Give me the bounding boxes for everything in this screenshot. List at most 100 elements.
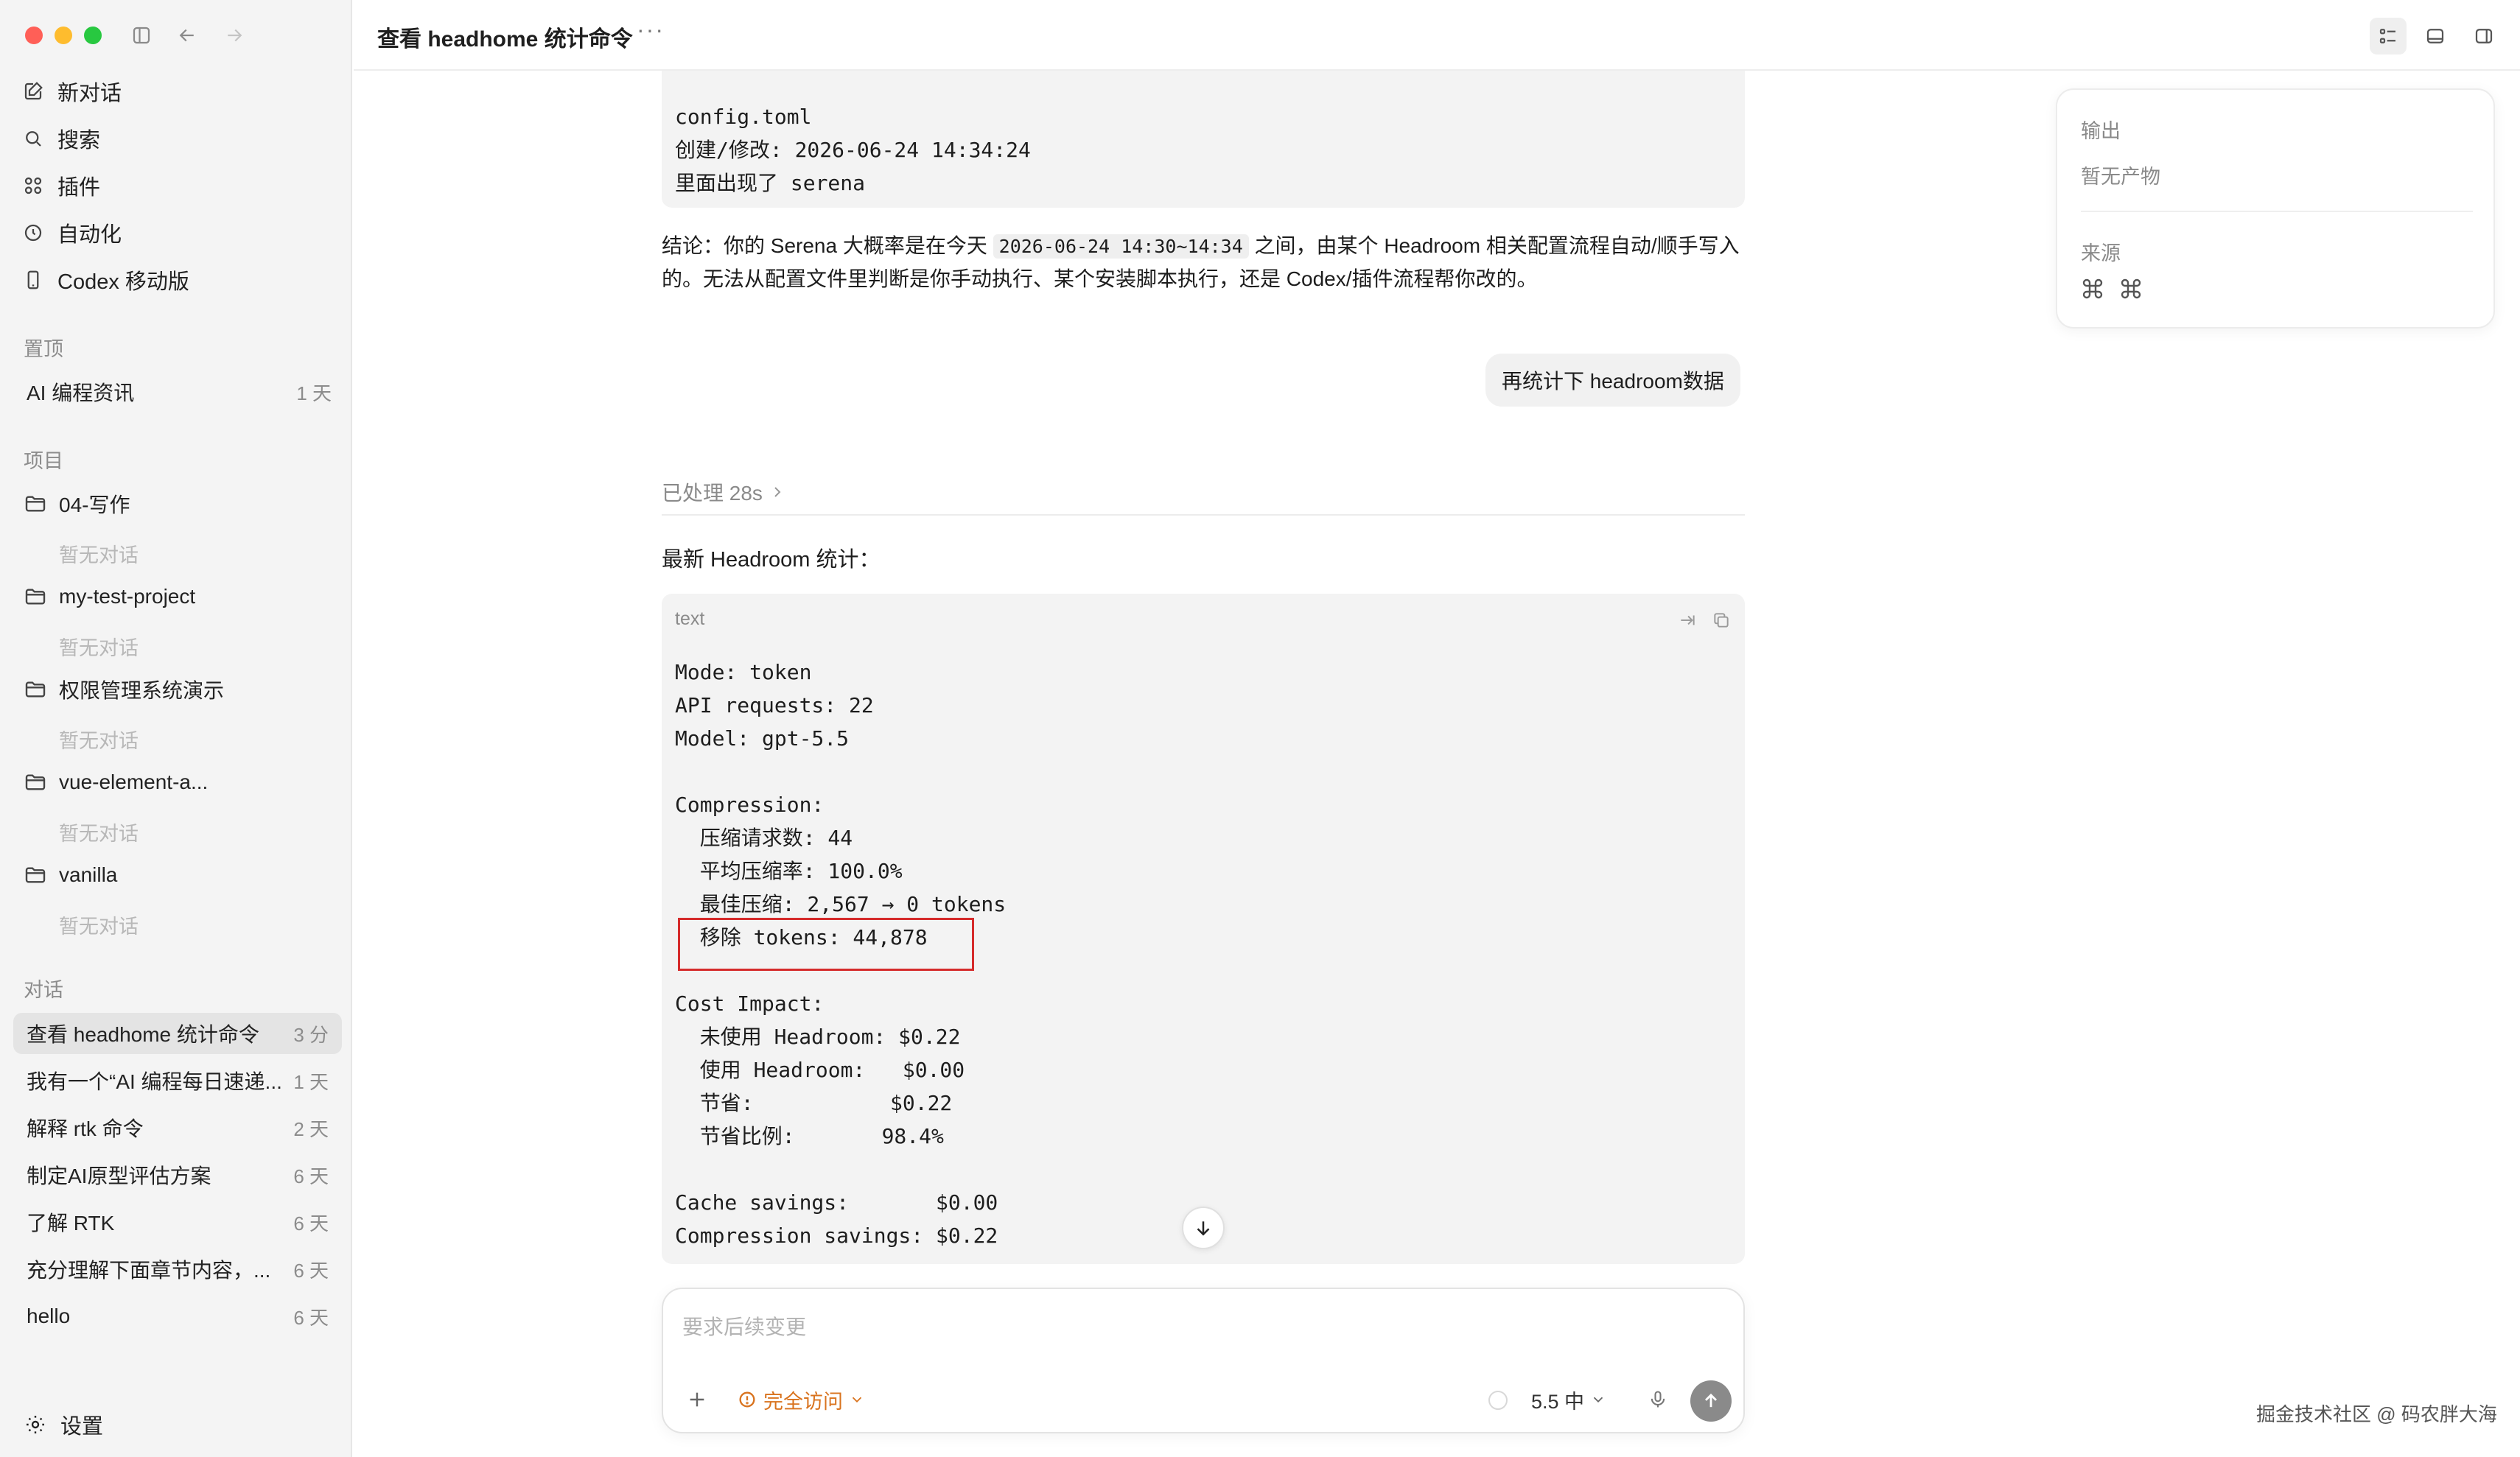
code-line: 里面出现了 serena [675, 171, 866, 195]
search-icon [26, 131, 41, 147]
divider [662, 514, 1745, 516]
conversation-item[interactable]: hello 6 天 [13, 1296, 342, 1337]
chevron-right-icon [774, 487, 781, 497]
chevron-down-icon [1593, 1397, 1603, 1403]
composer[interactable]: 要求后续变更 完全访问 5.5 中 [662, 1288, 1745, 1433]
code-line: 未使用 Headroom: $0.22 [675, 1025, 961, 1049]
back-arrow-icon[interactable] [172, 21, 202, 50]
nav-label: 搜索 [57, 129, 101, 152]
project-empty-text: 暂无对话 [59, 823, 139, 845]
nav-plugins[interactable]: 插件 [22, 168, 100, 203]
scroll-to-bottom-button[interactable] [1182, 1207, 1225, 1249]
forward-arrow-icon[interactable] [220, 21, 249, 50]
project-name: vanilla [59, 863, 118, 886]
page-title: 查看 headhome 统计命令 [377, 27, 633, 52]
sidebar: 新对话 搜索 插件 自动化 Codex 移动版 置顶 AI 编程资讯 1 天 项… [0, 0, 352, 1457]
settings-label: 设置 [60, 1415, 104, 1439]
copy-icon[interactable] [1708, 607, 1735, 633]
nav-automation[interactable]: 自动化 [22, 215, 122, 250]
inline-code: 2026-06-24 14:30~14:34 [993, 234, 1249, 259]
processed-toggle[interactable]: 已处理 28s [662, 477, 786, 507]
settings-button[interactable]: 设置 [24, 1407, 103, 1442]
conversation-item[interactable]: 了解 RTK 6 天 [13, 1201, 342, 1243]
source-label: 来源 [2081, 242, 2121, 264]
answer-title: 最新 Headroom 统计： [662, 548, 881, 572]
code-line: 使用 Headroom: $0.00 [675, 1058, 965, 1082]
project-name: 权限管理系统演示 [59, 679, 225, 702]
voice-input-button[interactable] [1643, 1385, 1673, 1414]
code-line: Mode: token [675, 660, 812, 684]
bottom-panel-icon[interactable] [2417, 18, 2454, 55]
microphone-icon [1651, 1391, 1665, 1408]
wrap-icon[interactable] [1674, 607, 1701, 633]
code-line: Cache savings: $0.00 [675, 1190, 998, 1215]
composer-input[interactable]: 要求后续变更 [682, 1311, 806, 1341]
divider [2081, 211, 2473, 212]
code-language-label: text [675, 608, 705, 629]
conversation-age: 6 天 [293, 1259, 329, 1282]
folder-icon [25, 589, 46, 605]
project-name: my-test-project [59, 585, 196, 608]
window-minimize-button[interactable] [55, 27, 72, 44]
project-item[interactable]: vanilla [24, 857, 117, 893]
conversation-item[interactable]: 制定AI原型评估方案 6 天 [13, 1154, 342, 1196]
conclusion-text: 结论：你的 Serena 大概率是在今天 [662, 234, 993, 257]
conversation-age: 3 分 [293, 1023, 329, 1046]
command-icon[interactable] [2081, 277, 2104, 301]
project-item[interactable]: vue-element-a... [24, 765, 208, 800]
conversation-title: 了解 RTK [27, 1212, 115, 1235]
pinned-section-label: 置顶 [24, 338, 63, 360]
add-attachment-button[interactable] [682, 1385, 712, 1414]
automation-icon [24, 224, 42, 242]
mobile-icon [27, 270, 39, 289]
previous-code-block: config.toml 创建/修改: 2026-06-24 14:34:24 里… [662, 71, 1745, 208]
project-name: 04-写作 [59, 494, 130, 516]
conversation-item[interactable]: 充分理解下面章节内容，... 6 天 [13, 1249, 342, 1290]
highlight-annotation-box [678, 918, 974, 971]
nav-label: 自动化 [57, 223, 122, 247]
conversation-title: 查看 headhome 统计命令 [27, 1023, 259, 1046]
right-panel: 输出 暂无产物 来源 [2056, 88, 2495, 329]
conversation-age: 6 天 [293, 1165, 329, 1187]
conversation-item[interactable]: 解释 rtk 命令 2 天 [13, 1107, 342, 1148]
conversation-item[interactable]: 我有一个“AI 编程每日速递... 1 天 [13, 1060, 342, 1101]
folder-icon [25, 681, 46, 698]
plugins-icon [24, 177, 42, 194]
processed-label: 已处理 28s [662, 482, 763, 505]
code-line: API requests: 22 [675, 693, 874, 717]
model-selector[interactable]: 5.5 中 [1531, 1385, 1606, 1414]
conversation-age: 2 天 [293, 1117, 329, 1140]
conversation-item[interactable]: 查看 headhome 统计命令 3 分 [13, 1013, 342, 1054]
context-usage-indicator[interactable] [1488, 1391, 1508, 1410]
chevron-down-icon [852, 1397, 862, 1403]
arrow-down-icon [1197, 1221, 1210, 1236]
conversation-age: 6 天 [293, 1212, 329, 1235]
access-mode-dropdown[interactable]: 完全访问 [737, 1385, 865, 1414]
nav-search[interactable]: 搜索 [22, 121, 100, 156]
nav-codex-mobile[interactable]: Codex 移动版 [22, 262, 189, 298]
pinned-item[interactable]: AI 编程资讯 1 天 [27, 374, 336, 410]
conversation-title: 我有一个“AI 编程每日速递... [27, 1070, 282, 1093]
header: 查看 headhome 统计命令 ··· [354, 0, 2520, 71]
sidebar-toggle-icon[interactable] [127, 21, 156, 50]
folder-icon [25, 867, 46, 883]
send-button[interactable] [1690, 1380, 1732, 1422]
user-message: 再统计下 headroom数据 [1485, 354, 1740, 407]
list-view-icon[interactable] [2370, 18, 2407, 55]
plus-icon [690, 1392, 704, 1407]
project-item[interactable]: 04-写作 [24, 486, 130, 522]
command-icon[interactable] [2119, 277, 2143, 301]
window-maximize-button[interactable] [84, 27, 102, 44]
project-item[interactable]: my-test-project [24, 579, 195, 614]
model-label: 5.5 中 [1531, 1390, 1585, 1413]
new-chat-icon [24, 82, 43, 100]
right-panel-icon[interactable] [2465, 18, 2502, 55]
more-options-button[interactable]: ··· [637, 16, 665, 43]
project-item[interactable]: 权限管理系统演示 [24, 672, 224, 707]
code-line: Cost Impact: [675, 991, 825, 1016]
source-icons [2081, 277, 2143, 301]
nav-new-chat[interactable]: 新对话 [22, 74, 122, 109]
nav-label: Codex 移动版 [57, 270, 189, 294]
window-close-button[interactable] [25, 27, 43, 44]
